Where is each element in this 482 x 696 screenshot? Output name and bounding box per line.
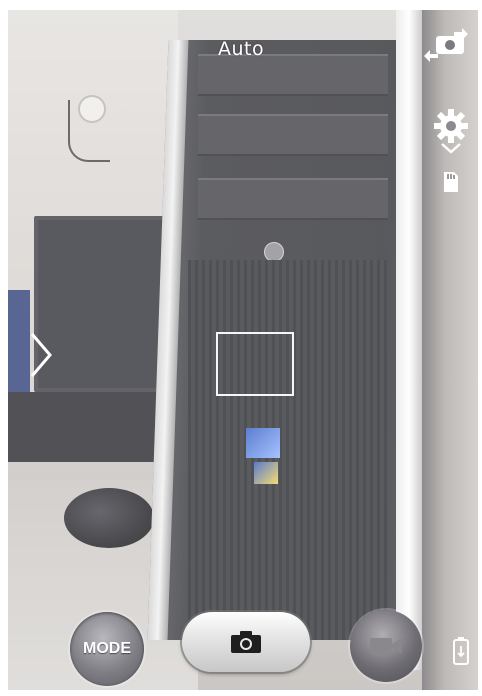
mode-button[interactable]: MODE bbox=[70, 612, 144, 686]
camera-icon bbox=[231, 631, 261, 653]
battery-icon bbox=[452, 636, 470, 666]
sd-card-icon bbox=[440, 170, 462, 194]
video-camera-icon bbox=[370, 638, 402, 654]
shutter-button[interactable] bbox=[182, 612, 310, 672]
switch-camera-icon[interactable] bbox=[422, 24, 470, 70]
video-record-button[interactable] bbox=[350, 610, 422, 682]
mode-button-label: MODE bbox=[83, 640, 131, 657]
camera-viewfinder[interactable] bbox=[8, 10, 478, 690]
chevron-right-icon[interactable] bbox=[26, 330, 56, 380]
gear-icon[interactable] bbox=[428, 104, 474, 160]
scene-mode-label[interactable]: Auto bbox=[218, 38, 264, 60]
focus-indicator bbox=[216, 332, 294, 396]
